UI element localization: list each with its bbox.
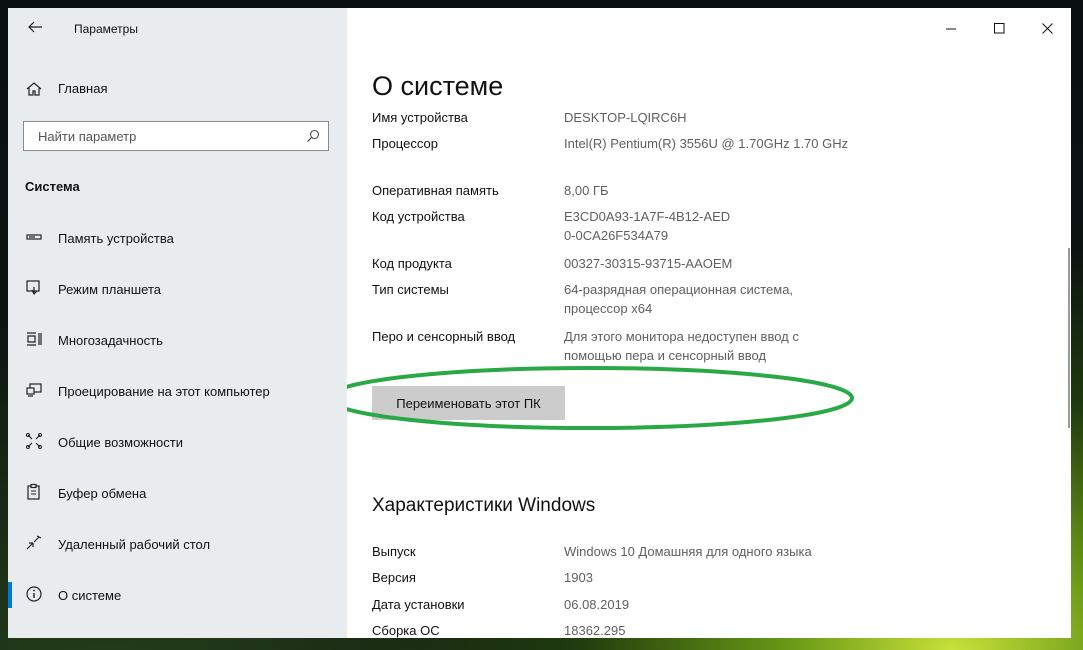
back-button[interactable]	[25, 19, 45, 39]
sidebar-item-label: Память устройства	[58, 231, 174, 246]
sidebar-item-projecting[interactable]: Проецирование на этот компьютер	[8, 366, 347, 417]
minimize-button[interactable]	[927, 8, 975, 48]
spec-value: Windows 10 Домашняя для одного языка	[564, 544, 812, 559]
maximize-button[interactable]	[975, 8, 1023, 48]
spec-value: 8,00 ГБ	[564, 183, 609, 198]
spec-value: Intel(R) Pentium(R) 3556U @ 1.70GHz 1.70…	[564, 136, 849, 151]
multitasking-icon	[27, 332, 42, 346]
rename-pc-button[interactable]: Переименовать этот ПК	[372, 386, 565, 420]
spec-value: 1903	[564, 570, 593, 585]
spec-key: Код устройства	[372, 209, 465, 224]
sidebar-item-clipboard[interactable]: Буфер обмена	[8, 468, 347, 519]
close-button[interactable]	[1023, 8, 1071, 48]
spec-key: Тип системы	[372, 282, 449, 297]
clipboard-icon	[27, 483, 40, 500]
section-label-system: Система	[25, 179, 80, 194]
spec-key: Дата установки	[372, 597, 465, 612]
spec-key: Выпуск	[372, 544, 416, 559]
sidebar-item-label: Многозадачность	[58, 333, 163, 348]
sidebar-item-remote-desktop[interactable]: Удаленный рабочий стол	[8, 519, 347, 570]
spec-value: 64-разрядная операционная система, проце…	[564, 282, 794, 316]
title-bar: Параметры	[8, 8, 347, 48]
close-icon	[1041, 22, 1053, 34]
scroll-area[interactable]: Имя устройства DESKTOP-LQIRC6H Процессор…	[347, 108, 1071, 638]
maximize-icon	[993, 22, 1004, 33]
sidebar-item-about[interactable]: О системе	[8, 570, 347, 621]
settings-window: Параметры Главная Система Память устрой	[8, 8, 1071, 638]
search-input[interactable]	[32, 122, 304, 150]
spec-value: 18362.295	[564, 623, 626, 638]
sidebar-item-label: Общие возможности	[58, 435, 184, 450]
page-title: О системе	[372, 71, 504, 101]
storage-icon	[26, 234, 42, 240]
scrollbar[interactable]	[1068, 248, 1070, 428]
spec-key: Имя устройства	[372, 110, 468, 125]
info-icon	[26, 586, 42, 602]
home-icon	[26, 82, 42, 96]
spec-key: Оперативная память	[372, 183, 499, 198]
projecting-icon	[26, 383, 42, 397]
sidebar-item-multitasking[interactable]: Многозадачность	[8, 315, 347, 366]
nav-home-label: Главная	[58, 81, 108, 96]
sidebar-item-label: Режим планшета	[58, 282, 161, 297]
spec-key: Процессор	[372, 136, 438, 151]
sidebar-item-label: Буфер обмена	[58, 486, 147, 501]
spec-value: Для этого монитора недоступен ввод с пом…	[564, 329, 799, 363]
spec-key: Версия	[372, 570, 416, 585]
spec-key: Сборка ОС	[372, 623, 440, 638]
sidebar-item-shared-experiences[interactable]: Общие возможности	[8, 417, 347, 468]
app-title: Параметры	[74, 22, 138, 36]
search-icon[interactable]	[306, 129, 320, 143]
active-indicator	[8, 582, 12, 608]
nav-list: Память устройства Режим планшета Многоза…	[8, 213, 347, 621]
content-pane: О системе Имя устройства DESKTOP-LQIRC6H…	[347, 8, 1071, 638]
windows-specs-title: Характеристики Windows	[372, 495, 596, 516]
spec-key: Код продукта	[372, 256, 452, 271]
arrow-left-icon	[28, 21, 42, 33]
spec-value: 06.08.2019	[564, 597, 630, 612]
remote-desktop-icon	[26, 535, 42, 550]
sidebar-item-tablet-mode[interactable]: Режим планшета	[8, 264, 347, 315]
spec-value: 00327-30315-93715-AAOEM	[564, 256, 733, 271]
nav-home[interactable]: Главная	[8, 74, 347, 102]
minimize-icon	[945, 28, 956, 29]
sidebar: Параметры Главная Система Память устрой	[8, 8, 347, 638]
search-box[interactable]	[23, 121, 329, 151]
spec-value: E3CD0A93-1A7F-4B12-AED0-0CA26F534A79	[564, 209, 731, 243]
tablet-mode-icon	[26, 280, 40, 296]
spec-value: DESKTOP-LQIRC6H	[564, 110, 687, 125]
window-controls	[927, 8, 1071, 48]
shared-experiences-icon	[26, 433, 42, 449]
sidebar-item-label: О системе	[58, 588, 122, 603]
sidebar-item-storage[interactable]: Память устройства	[8, 213, 347, 264]
sidebar-item-label: Удаленный рабочий стол	[58, 537, 211, 552]
spec-key: Перо и сенсорный ввод	[372, 329, 516, 344]
sidebar-item-label: Проецирование на этот компьютер	[58, 384, 270, 399]
